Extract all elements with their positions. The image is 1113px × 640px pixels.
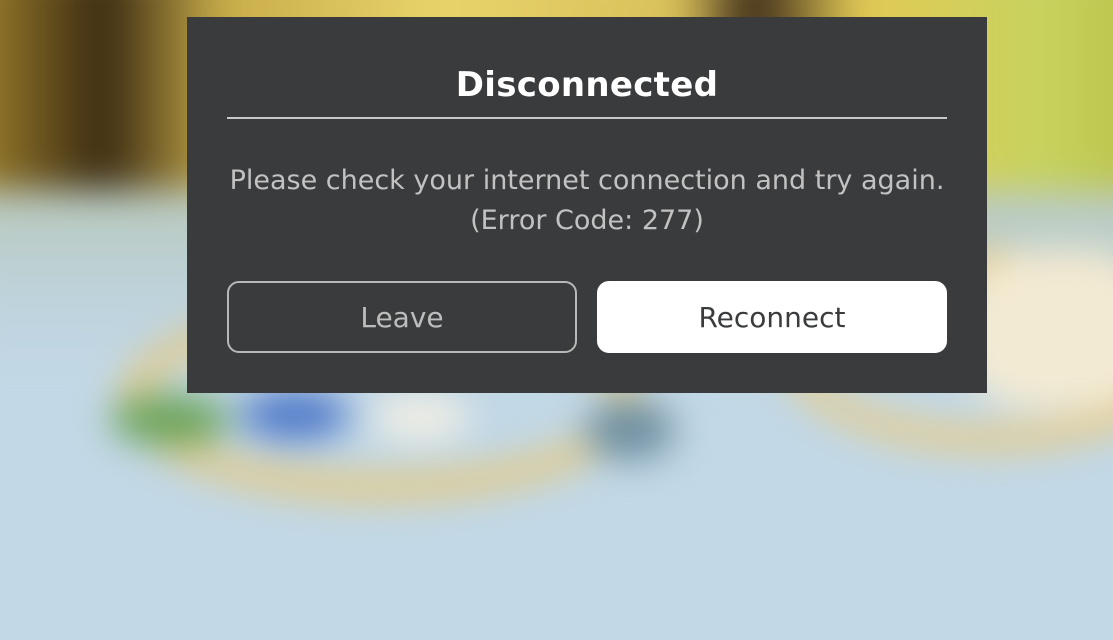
game-viewport: Disconnected Please check your internet … [0, 0, 1113, 640]
background-blue-object [240, 390, 350, 440]
title-divider [227, 117, 947, 119]
dialog-message: Please check your internet connection an… [187, 161, 987, 241]
dialog-title: Disconnected [455, 65, 719, 105]
background-green-object [110, 395, 230, 445]
background-white-object [370, 395, 470, 440]
leave-button[interactable]: Leave [227, 281, 577, 353]
error-code-line: (Error Code: 277) [470, 205, 704, 236]
background-teal-object [585, 400, 675, 460]
reconnect-button[interactable]: Reconnect [597, 281, 947, 353]
disconnected-dialog: Disconnected Please check your internet … [187, 17, 987, 393]
message-line: Please check your internet connection an… [229, 165, 945, 196]
